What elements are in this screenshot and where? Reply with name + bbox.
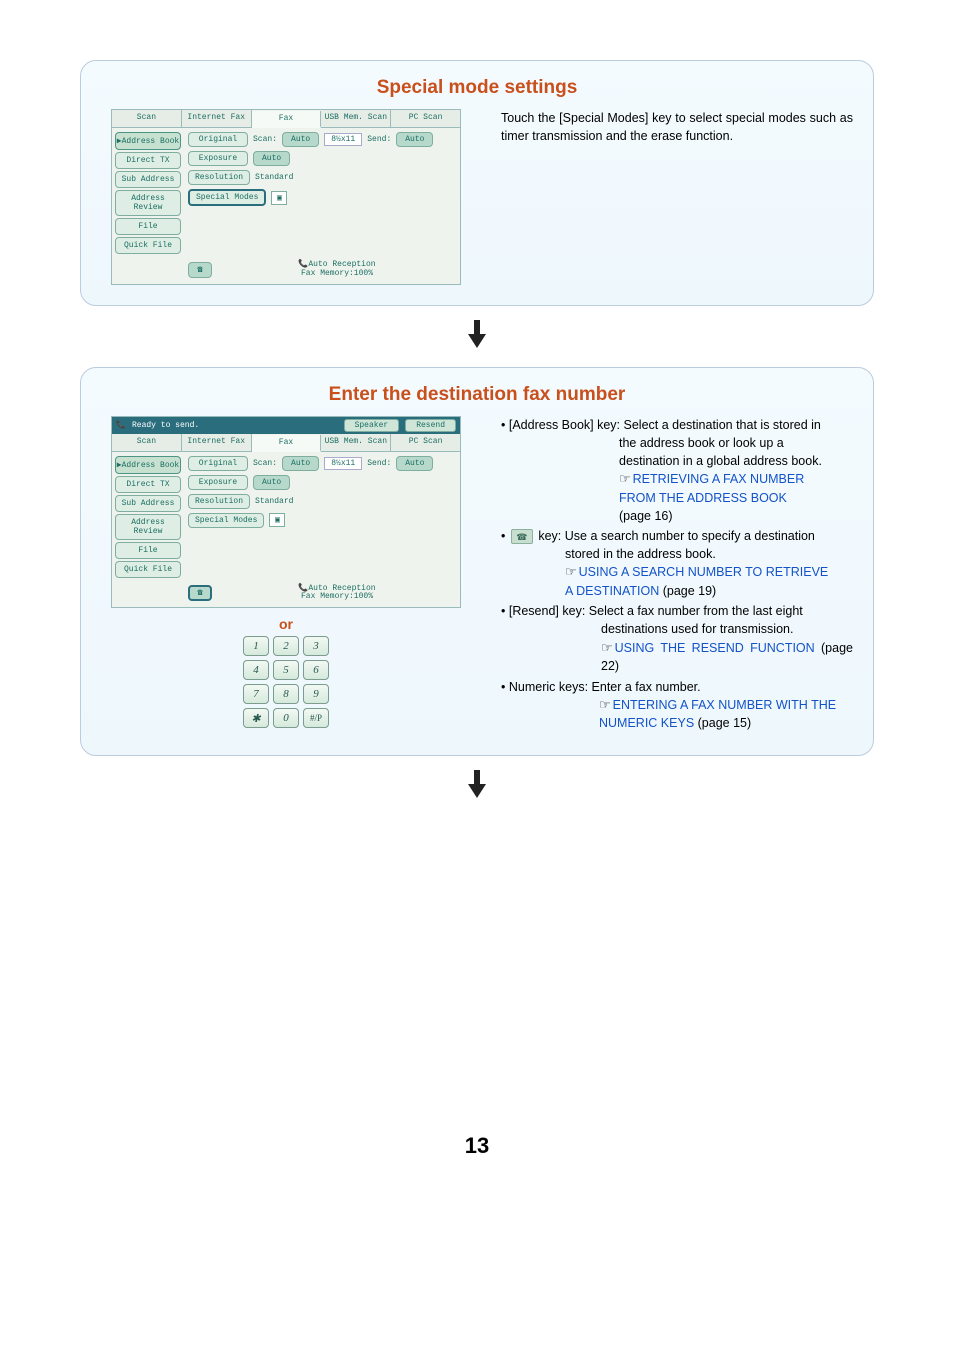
tab-pc-scan[interactable]: PC Scan: [391, 110, 460, 127]
tab-internet-fax[interactable]: Internet Fax: [182, 110, 252, 127]
val-send-auto[interactable]: Auto: [396, 132, 433, 147]
btn-resolution[interactable]: Resolution: [188, 494, 250, 509]
page-number: 13: [80, 1133, 874, 1159]
key-5[interactable]: 5: [273, 660, 299, 680]
side-direct-tx[interactable]: Direct TX: [115, 476, 181, 493]
side-quick-file[interactable]: Quick File: [115, 561, 181, 578]
key-2[interactable]: 2: [273, 636, 299, 656]
side-address-review[interactable]: Address Review: [115, 190, 181, 216]
tab-fax[interactable]: Fax: [252, 111, 322, 128]
key-6[interactable]: 6: [303, 660, 329, 680]
item-numeric-keys: Numeric keys: Enter a fax number. ☞ENTER…: [501, 678, 853, 733]
pointer-icon: ☞: [565, 564, 577, 579]
footer-text: 📞Auto ReceptionFax Memory:100%: [220, 585, 454, 603]
device-screen-2: 📞 Ready to send. Speaker Resend Scan Int…: [111, 416, 461, 609]
val-exposure-auto[interactable]: Auto: [253, 151, 290, 166]
key-hash[interactable]: #/P: [303, 708, 329, 728]
val-size: 8½x11: [324, 457, 362, 470]
special-modes-icon: ▣: [269, 513, 285, 527]
key-7[interactable]: 7: [243, 684, 269, 704]
btn-exposure[interactable]: Exposure: [188, 475, 248, 490]
link-retrieve-fax[interactable]: RETRIEVING A FAX NUMBER: [633, 472, 805, 486]
link-numeric-keys[interactable]: NUMERIC KEYS: [599, 716, 694, 730]
link-from-address-book[interactable]: FROM THE ADDRESS BOOK: [619, 491, 787, 505]
btn-special-modes[interactable]: Special Modes: [188, 513, 264, 528]
val-scan-auto[interactable]: Auto: [282, 456, 319, 471]
btn-original[interactable]: Original: [188, 456, 248, 471]
item-search-key: ☎ key: Use a search number to specify a …: [501, 527, 853, 600]
or-label: or: [101, 616, 471, 632]
down-arrow-icon: [80, 320, 874, 353]
key-1[interactable]: 1: [243, 636, 269, 656]
special-modes-icon: ▣: [271, 191, 287, 205]
status-ready: Ready to send.: [132, 421, 338, 430]
down-arrow-icon: [80, 770, 874, 803]
key-3[interactable]: 3: [303, 636, 329, 656]
link-search-number[interactable]: USING A SEARCH NUMBER TO RETRIEVE: [579, 565, 829, 579]
side-quick-file[interactable]: Quick File: [115, 237, 181, 254]
tab-scan[interactable]: Scan: [112, 434, 182, 451]
btn-exposure[interactable]: Exposure: [188, 151, 248, 166]
link-resend-function[interactable]: USING THE RESEND FUNCTION: [615, 641, 815, 655]
tab-usb-scan[interactable]: USB Mem. Scan: [321, 110, 391, 127]
side-direct-tx[interactable]: Direct TX: [115, 152, 181, 169]
resend-button[interactable]: Resend: [405, 419, 456, 432]
val-send-auto[interactable]: Auto: [396, 456, 433, 471]
val-scan-auto[interactable]: Auto: [282, 132, 319, 147]
section-special-modes: Special mode settings Scan Internet Fax …: [80, 60, 874, 306]
key-9[interactable]: 9: [303, 684, 329, 704]
section1-description: Touch the [Special Modes] key to select …: [501, 109, 853, 145]
btn-original[interactable]: Original: [188, 132, 248, 147]
speaker-button[interactable]: Speaker: [344, 419, 400, 432]
tab-scan[interactable]: Scan: [112, 110, 182, 127]
key-0[interactable]: 0: [273, 708, 299, 728]
pointer-icon: ☞: [619, 471, 631, 486]
footer-text: 📞Auto ReceptionFax Memory:100%: [220, 261, 454, 279]
side-address-book[interactable]: ▶Address Book: [115, 456, 181, 474]
side-address-book[interactable]: ▶Address Book: [115, 132, 181, 150]
side-file[interactable]: File: [115, 542, 181, 559]
side-sub-address[interactable]: Sub Address: [115, 495, 181, 512]
pointer-icon: ☞: [601, 640, 613, 655]
quick-dial-icon: ☎: [511, 529, 533, 544]
section-enter-destination: Enter the destination fax number 📞 Ready…: [80, 367, 874, 756]
tab-pc-scan[interactable]: PC Scan: [391, 434, 460, 451]
quick-dial-icon[interactable]: ☎: [188, 262, 212, 278]
tab-usb-scan[interactable]: USB Mem. Scan: [321, 434, 391, 451]
key-4[interactable]: 4: [243, 660, 269, 680]
item-resend-key: [Resend] key: Select a fax number from t…: [501, 602, 853, 675]
key-star[interactable]: ✱: [243, 708, 269, 728]
section2-title: Enter the destination fax number: [101, 384, 853, 406]
btn-resolution[interactable]: Resolution: [188, 170, 250, 185]
link-enter-fax-numeric[interactable]: ENTERING A FAX NUMBER WITH THE: [613, 698, 836, 712]
item-address-book: [Address Book] key: Select a destination…: [501, 416, 853, 525]
side-sub-address[interactable]: Sub Address: [115, 171, 181, 188]
tab-fax[interactable]: Fax: [252, 435, 322, 452]
link-a-destination[interactable]: A DESTINATION: [565, 584, 659, 598]
pointer-icon: ☞: [599, 697, 611, 712]
side-address-review[interactable]: Address Review: [115, 514, 181, 540]
quick-dial-icon[interactable]: ☎: [188, 585, 212, 601]
phone-icon: 📞: [116, 420, 126, 430]
side-file[interactable]: File: [115, 218, 181, 235]
val-size: 8½x11: [324, 133, 362, 146]
val-exposure-auto[interactable]: Auto: [253, 475, 290, 490]
section1-title: Special mode settings: [101, 77, 853, 99]
btn-special-modes[interactable]: Special Modes: [188, 189, 266, 206]
key-8[interactable]: 8: [273, 684, 299, 704]
device-screen-1: Scan Internet Fax Fax USB Mem. Scan PC S…: [111, 109, 461, 285]
numeric-keypad: 1 2 3 4 5 6 7 8 9 ✱ 0 #/P: [101, 636, 471, 728]
tab-internet-fax[interactable]: Internet Fax: [182, 434, 252, 451]
